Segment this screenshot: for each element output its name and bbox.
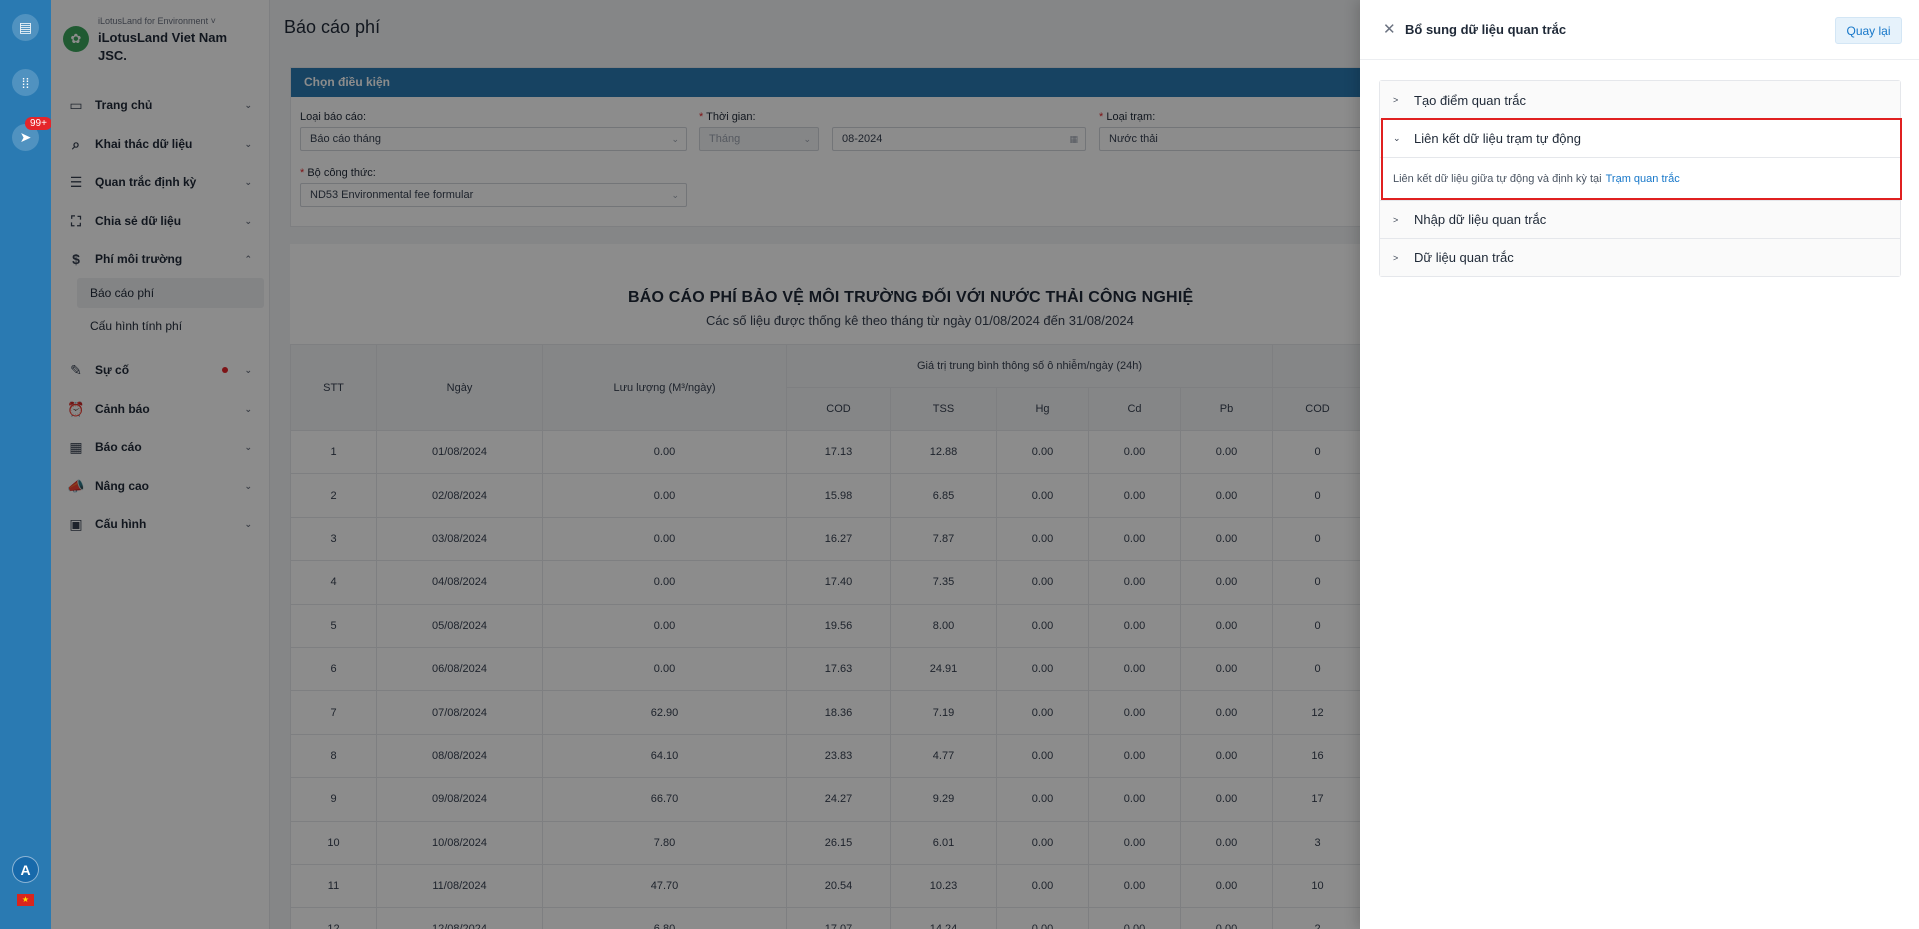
app-rail: ▤ ⁞⁞ ➤ 99+ A ★ [0, 0, 52, 929]
modal-overlay[interactable] [51, 0, 1360, 929]
chevron-right-icon: > [1393, 95, 1399, 105]
section-enter-data[interactable]: > Nhập dữ liệu quan trắc [1380, 200, 1900, 238]
avatar[interactable]: A [12, 856, 39, 883]
section-label: Tạo điểm quan trắc [1414, 92, 1527, 108]
back-button[interactable]: Quay lại [1835, 17, 1902, 44]
app-logo-icon[interactable]: ▤ [12, 14, 39, 41]
highlight-box [1381, 118, 1902, 200]
notification-badge: 99+ [25, 117, 52, 130]
close-icon[interactable]: ✕ [1383, 20, 1396, 38]
apps-grid-icon[interactable]: ⁞⁞ [12, 69, 39, 96]
section-label: Nhập dữ liệu quan trắc [1414, 212, 1547, 227]
drawer-header: ✕ Bổ sung dữ liệu quan trắc Quay lại [1360, 0, 1919, 60]
chevron-right-icon: > [1393, 214, 1399, 225]
section-label: Dữ liệu quan trắc [1414, 250, 1514, 265]
drawer-title: Bổ sung dữ liệu quan trắc [1405, 22, 1567, 37]
chevron-right-icon: > [1393, 252, 1399, 263]
section-create-point[interactable]: > Tạo điểm quan trắc [1380, 81, 1900, 119]
vietnam-flag-icon[interactable]: ★ [17, 894, 34, 906]
section-monitoring-data[interactable]: > Dữ liệu quan trắc [1380, 238, 1900, 276]
